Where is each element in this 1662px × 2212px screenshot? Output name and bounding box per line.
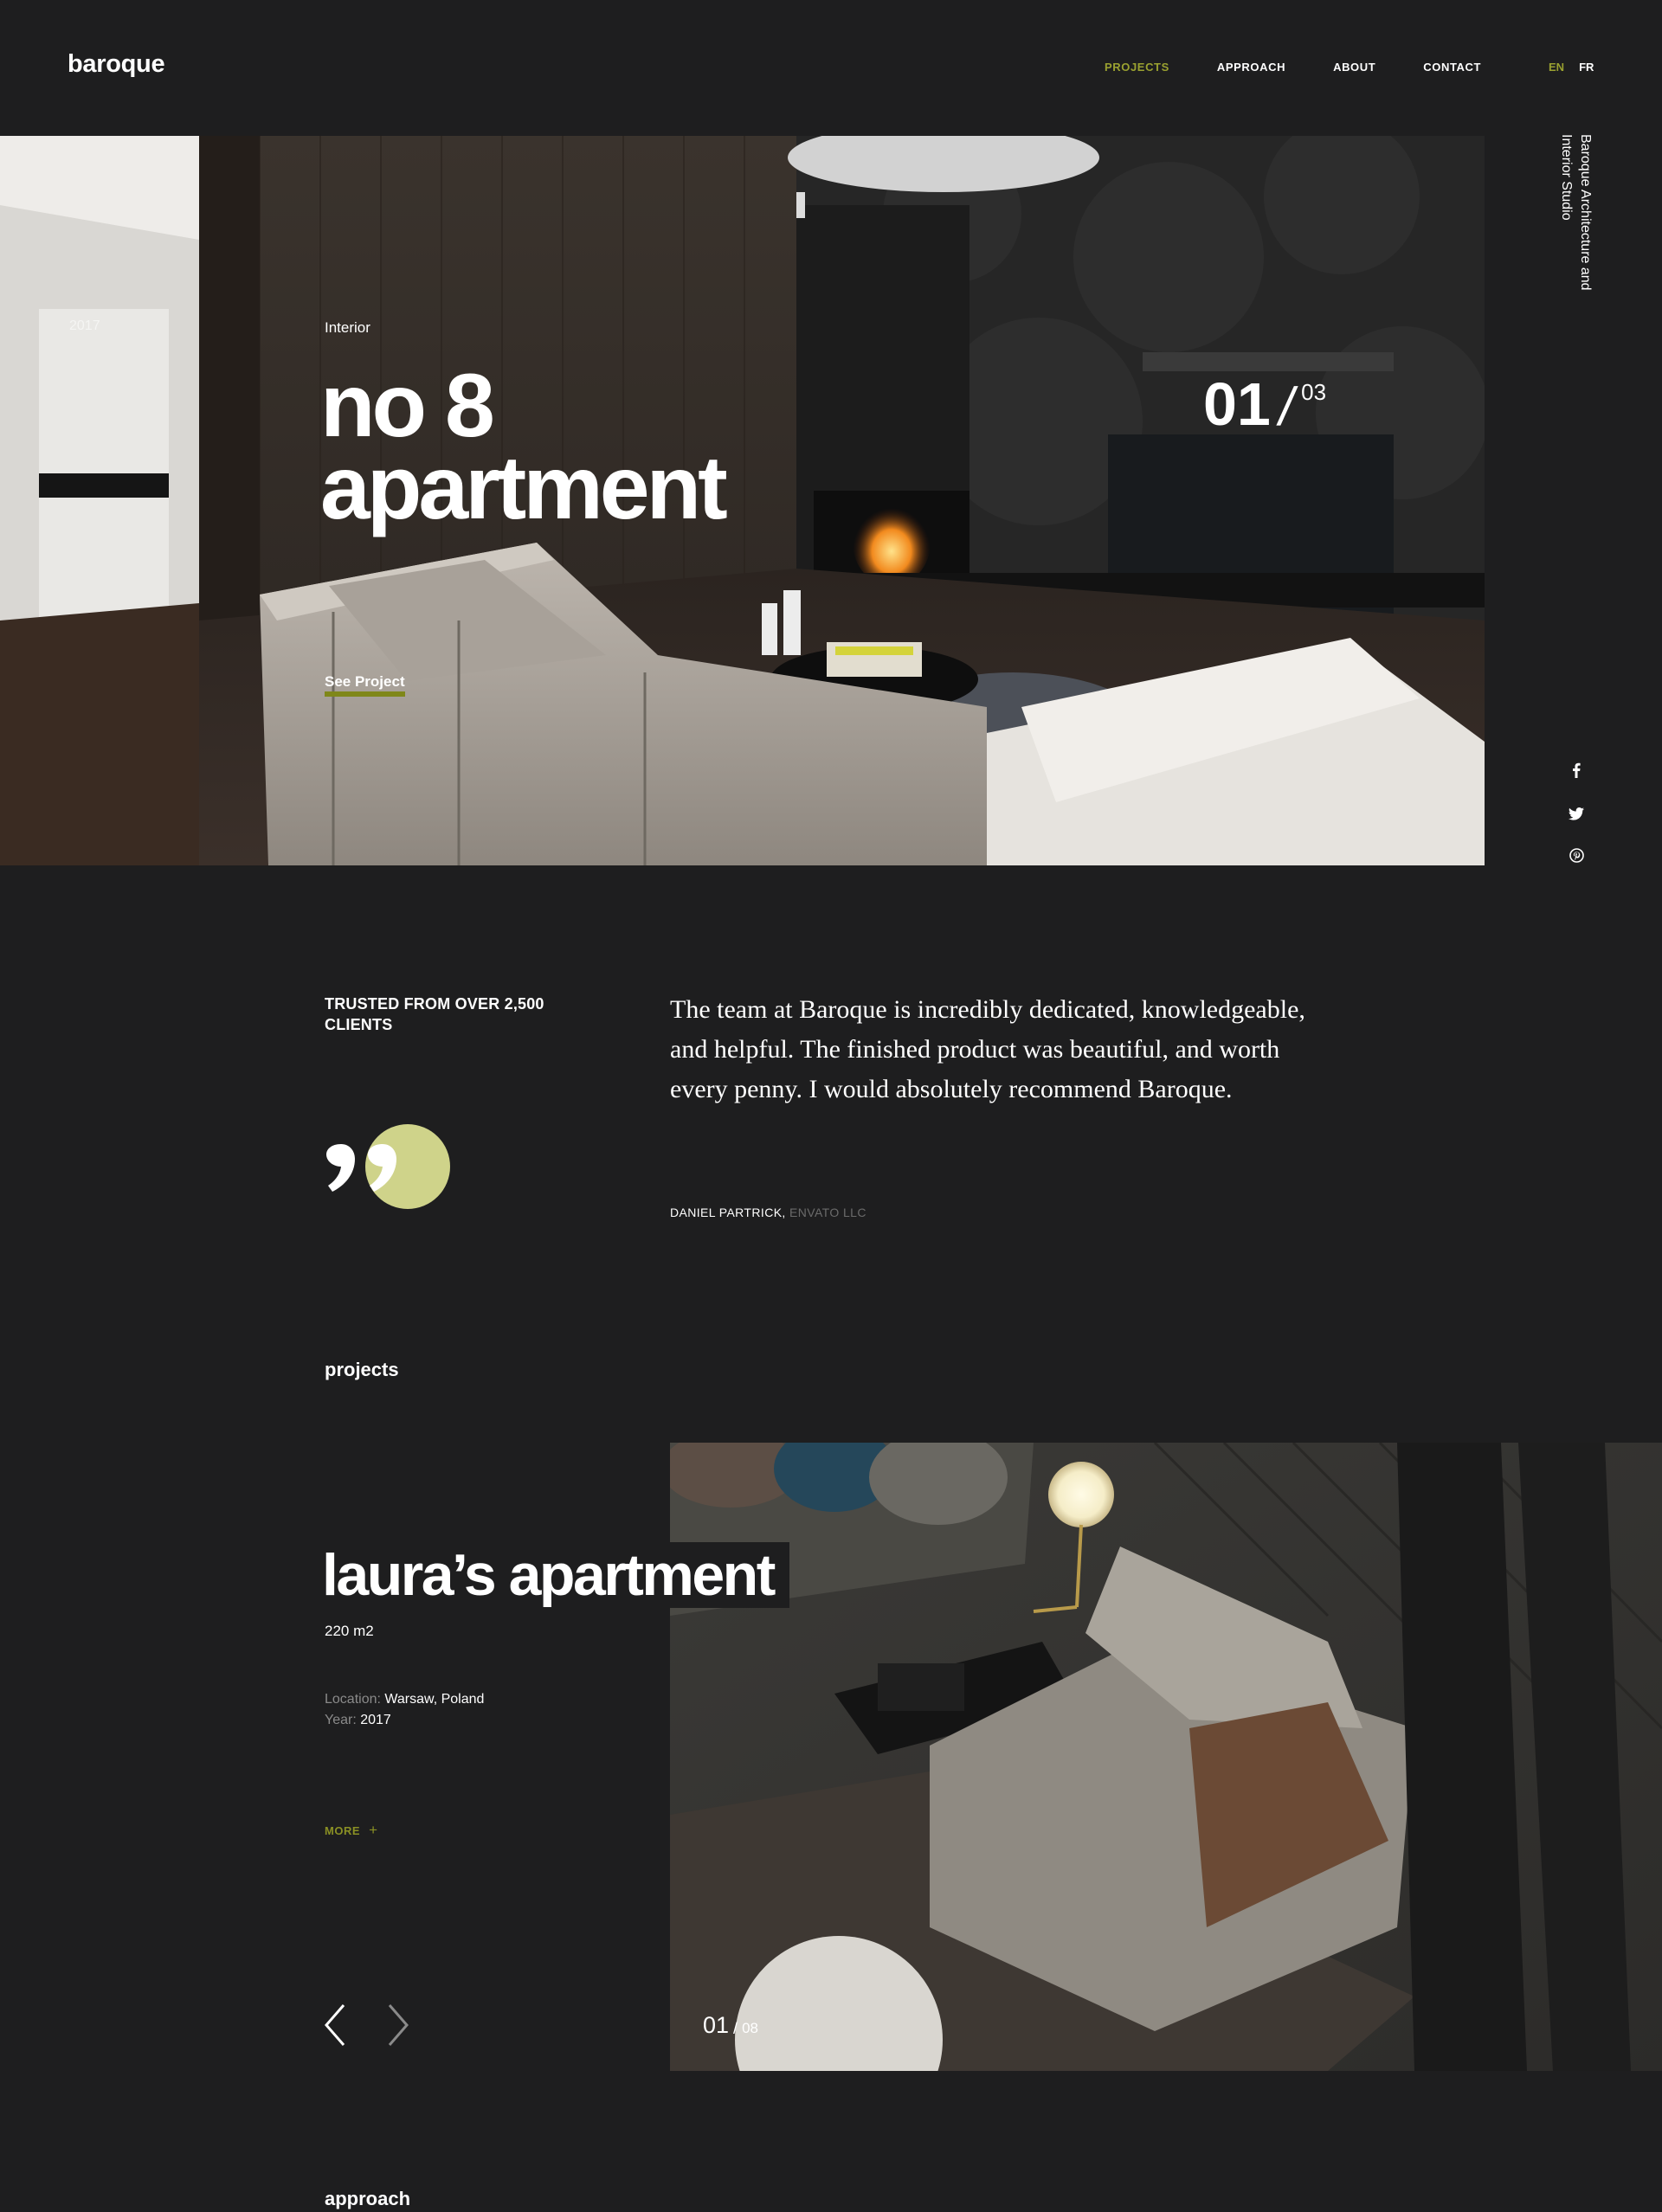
language-switcher: EN FR <box>1549 61 1608 74</box>
project-year-label: Year: <box>325 1713 357 1727</box>
side-tagline-line2: Interior Studio <box>1559 134 1574 221</box>
more-label: MORE <box>325 1824 360 1837</box>
lang-en[interactable]: EN <box>1549 61 1564 74</box>
project-location-value: Warsaw, Poland <box>384 1692 485 1707</box>
hero-counter-total: 03 <box>1301 379 1327 405</box>
projects-section-title: projects <box>325 1359 399 1380</box>
hero-image <box>0 136 1485 865</box>
trusted-clients-heading: TRUSTED FROM OVER 2,500 CLIENTS <box>325 995 544 1033</box>
project-counter-current: 01 <box>703 2012 730 2038</box>
see-project-link[interactable]: See Project <box>325 672 405 697</box>
nav-contact[interactable]: CONTACT <box>1423 61 1481 74</box>
project-area: 220 m2 <box>325 1623 374 1639</box>
project-location-label: Location: <box>325 1692 381 1707</box>
hero-counter-current: 01 <box>1203 370 1271 438</box>
side-tagline-line1: Baroque Architecture and <box>1578 134 1593 291</box>
hero-title-line2: apartment <box>320 438 728 538</box>
hero-slide-counter: 01 / 03 <box>1203 370 1327 438</box>
project-counter-separator: / <box>733 2020 738 2037</box>
testimonial-quote: The team at Baroque is incredibly dedica… <box>670 995 1305 1103</box>
project-image[interactable]: 01 / 08 <box>670 1443 1662 2071</box>
plus-icon: + <box>369 1822 378 1838</box>
project-title: laura’s apartment <box>322 1542 789 1608</box>
prev-arrow-icon[interactable] <box>324 2003 346 2047</box>
project-location: Location: Warsaw, Poland <box>325 1692 484 1707</box>
testimonial-company: ENVATO LLC <box>789 1206 866 1219</box>
nav-about[interactable]: ABOUT <box>1333 61 1375 74</box>
more-button[interactable]: MORE + <box>325 1822 378 1839</box>
hero-slider: 2017 Interior no 8 apartment See Project… <box>0 136 1485 865</box>
facebook-icon[interactable] <box>1568 762 1585 779</box>
nav-projects[interactable]: PROJECTS <box>1105 61 1169 74</box>
next-arrow-icon[interactable] <box>387 2003 409 2047</box>
nav-approach[interactable]: APPROACH <box>1217 61 1285 74</box>
lang-fr[interactable]: FR <box>1579 61 1594 74</box>
hero-title: no 8 apartment <box>320 361 728 533</box>
twitter-icon[interactable] <box>1568 805 1585 822</box>
approach-section-title: approach <box>325 2188 411 2209</box>
side-tagline: Baroque Architecture and Interior Studio <box>1556 134 1593 307</box>
hero-category: Interior <box>325 319 370 336</box>
hero-year: 2017 <box>69 318 100 333</box>
quote-icon <box>326 1124 450 1209</box>
project-year-value: 2017 <box>360 1713 391 1727</box>
project-year: Year: 2017 <box>325 1713 391 1728</box>
brand-logo[interactable]: baroque <box>68 50 165 79</box>
testimonial-author-line: DANIEL PARTRICK, ENVATO LLC <box>670 1206 866 1219</box>
hero-counter-separator: / <box>1273 377 1300 437</box>
project-slide-counter: 01 / 08 <box>703 2012 758 2038</box>
main-nav: PROJECTS APPROACH ABOUT CONTACT <box>1105 61 1529 74</box>
pinterest-icon[interactable] <box>1568 846 1585 864</box>
project-counter-total: 08 <box>742 2020 758 2036</box>
testimonial-author: DANIEL PARTRICK, <box>670 1206 786 1219</box>
project-photo <box>670 1443 1662 2071</box>
